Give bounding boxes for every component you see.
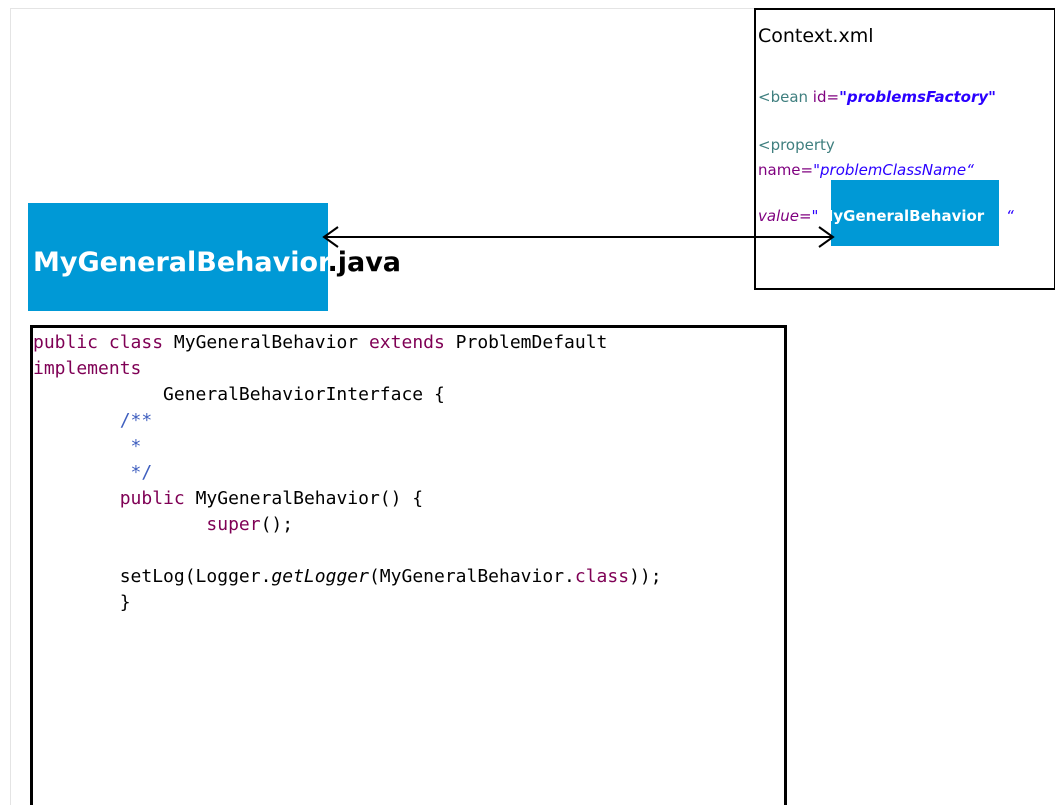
xml-property-tag-line: <property <box>758 136 835 154</box>
xml-bean-tag: <bean <box>758 88 813 106</box>
xml-value-line: value="MyGeneralBehavior <box>758 207 984 225</box>
xml-property-name-line: name="problemClassName“ <box>758 161 974 179</box>
code-line-4: /** <box>119 410 153 431</box>
xml-value-close-quote: “ <box>1006 207 1014 225</box>
xml-property-attr: name= <box>758 161 814 179</box>
xml-property-tag: <property <box>758 136 835 154</box>
xml-bean-attr: id= <box>812 88 840 106</box>
java-code: public class MyGeneralBehavior extends P… <box>33 330 662 616</box>
code-line-8: super(); <box>206 514 294 535</box>
code-line-7: public MyGeneralBehavior() { <box>119 488 424 509</box>
xml-value-class-name: MyGeneralBehavior <box>818 207 985 225</box>
code-line-1: public class MyGeneralBehavior extends P… <box>33 332 608 353</box>
code-line-10: setLog(Logger.getLogger(MyGeneralBehavio… <box>119 566 662 587</box>
context-xml-box: Context.xml <bean id="problemsFactory" <… <box>754 8 1055 290</box>
xml-value-attr: value= <box>758 207 812 225</box>
code-line-2: implements <box>33 358 142 379</box>
xml-bean-line: <bean id="problemsFactory" <box>758 88 996 106</box>
java-class-name: MyGeneralBehavior <box>33 247 328 278</box>
code-line-5: * <box>119 436 142 457</box>
code-line-3: GeneralBehaviorInterface { <box>33 384 445 405</box>
xml-box-title: Context.xml <box>758 25 874 47</box>
xml-property-value: "problemClassName“ <box>813 161 974 179</box>
xml-bean-value: "problemsFactory" <box>839 88 996 106</box>
java-file-title: MyGeneralBehavior.java <box>33 246 401 280</box>
code-line-11: } <box>119 592 131 613</box>
java-code-box: public class MyGeneralBehavior extends P… <box>30 325 787 805</box>
code-line-6: */ <box>119 462 153 483</box>
java-file-extension: .java <box>327 247 402 278</box>
